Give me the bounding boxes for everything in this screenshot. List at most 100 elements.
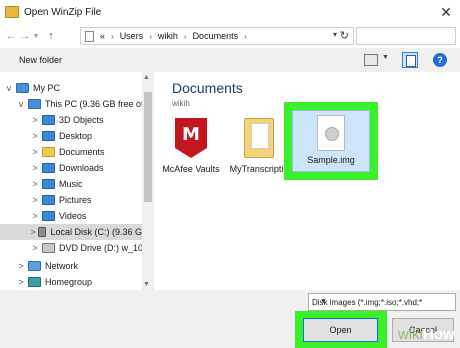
scroll-down-icon[interactable]: ▼ bbox=[143, 281, 150, 288]
tree-item-videos[interactable]: > Videos bbox=[30, 208, 86, 224]
folder-icon bbox=[42, 115, 55, 125]
navigation-pane: v My PC v This PC (9.36 GB free of > 3D … bbox=[0, 72, 154, 290]
disk-image-file-icon bbox=[317, 115, 345, 151]
dvd-icon bbox=[42, 243, 55, 253]
folder-icon bbox=[244, 118, 274, 158]
breadcrumb-documents[interactable]: Documents bbox=[193, 31, 239, 41]
download-folder-icon bbox=[42, 163, 55, 173]
folder-icon bbox=[42, 147, 55, 157]
chevron-down-icon[interactable]: ▼ bbox=[382, 54, 389, 61]
folder-icon bbox=[42, 131, 55, 141]
chevron-right-icon[interactable]: > bbox=[30, 211, 40, 221]
tree-item-music[interactable]: > Music bbox=[30, 176, 83, 192]
new-folder-button[interactable]: New folder bbox=[19, 55, 62, 65]
tree-item-label: DVD Drive (D:) w_10_ bbox=[59, 243, 149, 253]
tree-item-label: Downloads bbox=[59, 163, 104, 173]
tree-item-downloads[interactable]: > Downloads bbox=[30, 160, 104, 176]
chevron-right-icon[interactable]: > bbox=[16, 277, 26, 287]
tree-item-label: Local Disk (C:) (9.36 G bbox=[50, 227, 142, 237]
homegroup-icon bbox=[28, 277, 41, 287]
arrow-left-icon[interactable]: ← bbox=[4, 27, 18, 45]
tree-item-label: 3D Objects bbox=[59, 115, 104, 125]
folder-title: Documents bbox=[172, 80, 243, 96]
tree-item-pictures[interactable]: > Pictures bbox=[30, 192, 92, 208]
chevron-right-icon[interactable]: > bbox=[30, 115, 40, 125]
tree-item-label: This PC (9.36 GB free of bbox=[45, 99, 144, 109]
refresh-icon[interactable]: ↻ bbox=[340, 29, 349, 42]
file-list-pane: Documents wikih McAfee Vaults MyTranscri… bbox=[154, 72, 460, 290]
tree-item-label: Music bbox=[59, 179, 83, 189]
search-input[interactable] bbox=[356, 27, 456, 45]
file-label: McAfee Vaults bbox=[162, 164, 220, 174]
chevron-right-icon[interactable]: > bbox=[30, 195, 40, 205]
address-bar[interactable]: « › Users › wikih › Documents › ▾ ↻ bbox=[80, 27, 354, 45]
chevron-right-icon: › bbox=[111, 31, 114, 41]
chevron-right-icon[interactable]: > bbox=[30, 227, 36, 237]
chevron-down-icon[interactable]: v bbox=[4, 83, 14, 93]
file-label: Sample.img bbox=[307, 155, 355, 165]
wikihow-watermark: wikiHow bbox=[398, 326, 455, 343]
chevron-right-icon[interactable]: > bbox=[30, 163, 40, 173]
folder-subtitle: wikih bbox=[172, 99, 190, 108]
chevron-down-icon[interactable]: ▼ bbox=[32, 27, 40, 45]
chevron-right-icon[interactable]: > bbox=[16, 261, 26, 271]
open-button[interactable]: Open bbox=[303, 318, 378, 342]
computer-icon bbox=[16, 83, 29, 93]
nav-pane-scrollbar[interactable]: ▲ ▼ bbox=[142, 72, 154, 290]
chevron-down-icon[interactable]: v bbox=[16, 99, 26, 109]
breadcrumb-overflow[interactable]: « bbox=[100, 31, 105, 41]
arrow-up-icon[interactable]: ↑ bbox=[44, 27, 58, 45]
videos-folder-icon bbox=[42, 211, 55, 221]
close-icon[interactable]: ✕ bbox=[436, 2, 456, 22]
chevron-right-icon: › bbox=[149, 31, 152, 41]
tree-item-label: Videos bbox=[59, 211, 87, 221]
scroll-up-icon[interactable]: ▲ bbox=[143, 74, 150, 81]
tree-item-network[interactable]: > Network bbox=[16, 258, 78, 274]
disk-icon bbox=[37, 227, 47, 237]
tree-item-homegroup[interactable]: > Homegroup bbox=[16, 274, 92, 290]
chevron-right-icon[interactable]: > bbox=[30, 243, 40, 253]
arrow-right-icon[interactable]: → bbox=[18, 27, 32, 45]
view-options-icon[interactable] bbox=[364, 54, 378, 66]
breadcrumb-wikih[interactable]: wikih bbox=[158, 31, 178, 41]
window-title: Open WinZip File bbox=[24, 6, 102, 18]
title-bar: Open WinZip File ✕ bbox=[0, 0, 460, 24]
file-label: MyTranscriptio bbox=[229, 164, 289, 174]
scrollbar-thumb[interactable] bbox=[144, 92, 152, 202]
navigation-bar: ← → ▼ ↑ « › Users › wikih › Documents › … bbox=[0, 24, 460, 48]
breadcrumb-users[interactable]: Users bbox=[120, 31, 144, 41]
tree-item-label: Pictures bbox=[59, 195, 92, 205]
tree-item-label: Network bbox=[45, 261, 79, 271]
tree-item-dvd-drive[interactable]: > DVD Drive (D:) w_10_ bbox=[30, 240, 148, 256]
chevron-right-icon[interactable]: > bbox=[30, 131, 40, 141]
winzip-folder-icon bbox=[5, 6, 19, 18]
tree-item-3d-objects[interactable]: > 3D Objects bbox=[30, 112, 104, 128]
file-item-sample-img[interactable]: Sample.img bbox=[292, 110, 370, 172]
chevron-down-icon[interactable]: ▼ bbox=[320, 298, 452, 305]
help-icon[interactable]: ? bbox=[433, 53, 447, 67]
tree-item-this-pc[interactable]: v This PC (9.36 GB free of bbox=[16, 96, 144, 112]
watermark-how: How bbox=[423, 326, 455, 343]
toolbar: New folder ▼ ? bbox=[0, 48, 460, 72]
file-item-mcafee-vaults[interactable]: McAfee Vaults bbox=[156, 118, 226, 174]
selection-highlight: Sample.img bbox=[284, 102, 378, 180]
chevron-right-icon: › bbox=[183, 31, 187, 41]
tree-item-label: Homegroup bbox=[45, 277, 93, 287]
tree-item-desktop[interactable]: > Desktop bbox=[30, 128, 92, 144]
chevron-down-icon[interactable]: ▾ bbox=[333, 30, 337, 39]
preview-pane-icon[interactable] bbox=[402, 52, 418, 68]
tree-item-local-disk[interactable]: > Local Disk (C:) (9.36 G bbox=[0, 224, 142, 240]
chevron-right-icon[interactable]: > bbox=[30, 179, 40, 189]
chevron-right-icon[interactable]: > bbox=[30, 147, 40, 157]
tree-item-label: My PC bbox=[33, 83, 60, 93]
breadcrumb: « › Users › wikih › Documents › bbox=[100, 31, 253, 41]
computer-icon bbox=[28, 99, 41, 109]
file-type-select[interactable]: Disk images (*.img;*.iso;*.vhd;* ▼ bbox=[308, 293, 456, 311]
network-icon bbox=[28, 261, 41, 271]
tree-item-my-pc[interactable]: v My PC bbox=[4, 80, 60, 96]
tree-item-label: Documents bbox=[59, 147, 105, 157]
tree-item-documents[interactable]: > Documents bbox=[30, 144, 105, 160]
document-icon bbox=[85, 30, 94, 42]
open-button-highlight: Open bbox=[295, 311, 387, 348]
watermark-wiki: wiki bbox=[398, 326, 423, 343]
